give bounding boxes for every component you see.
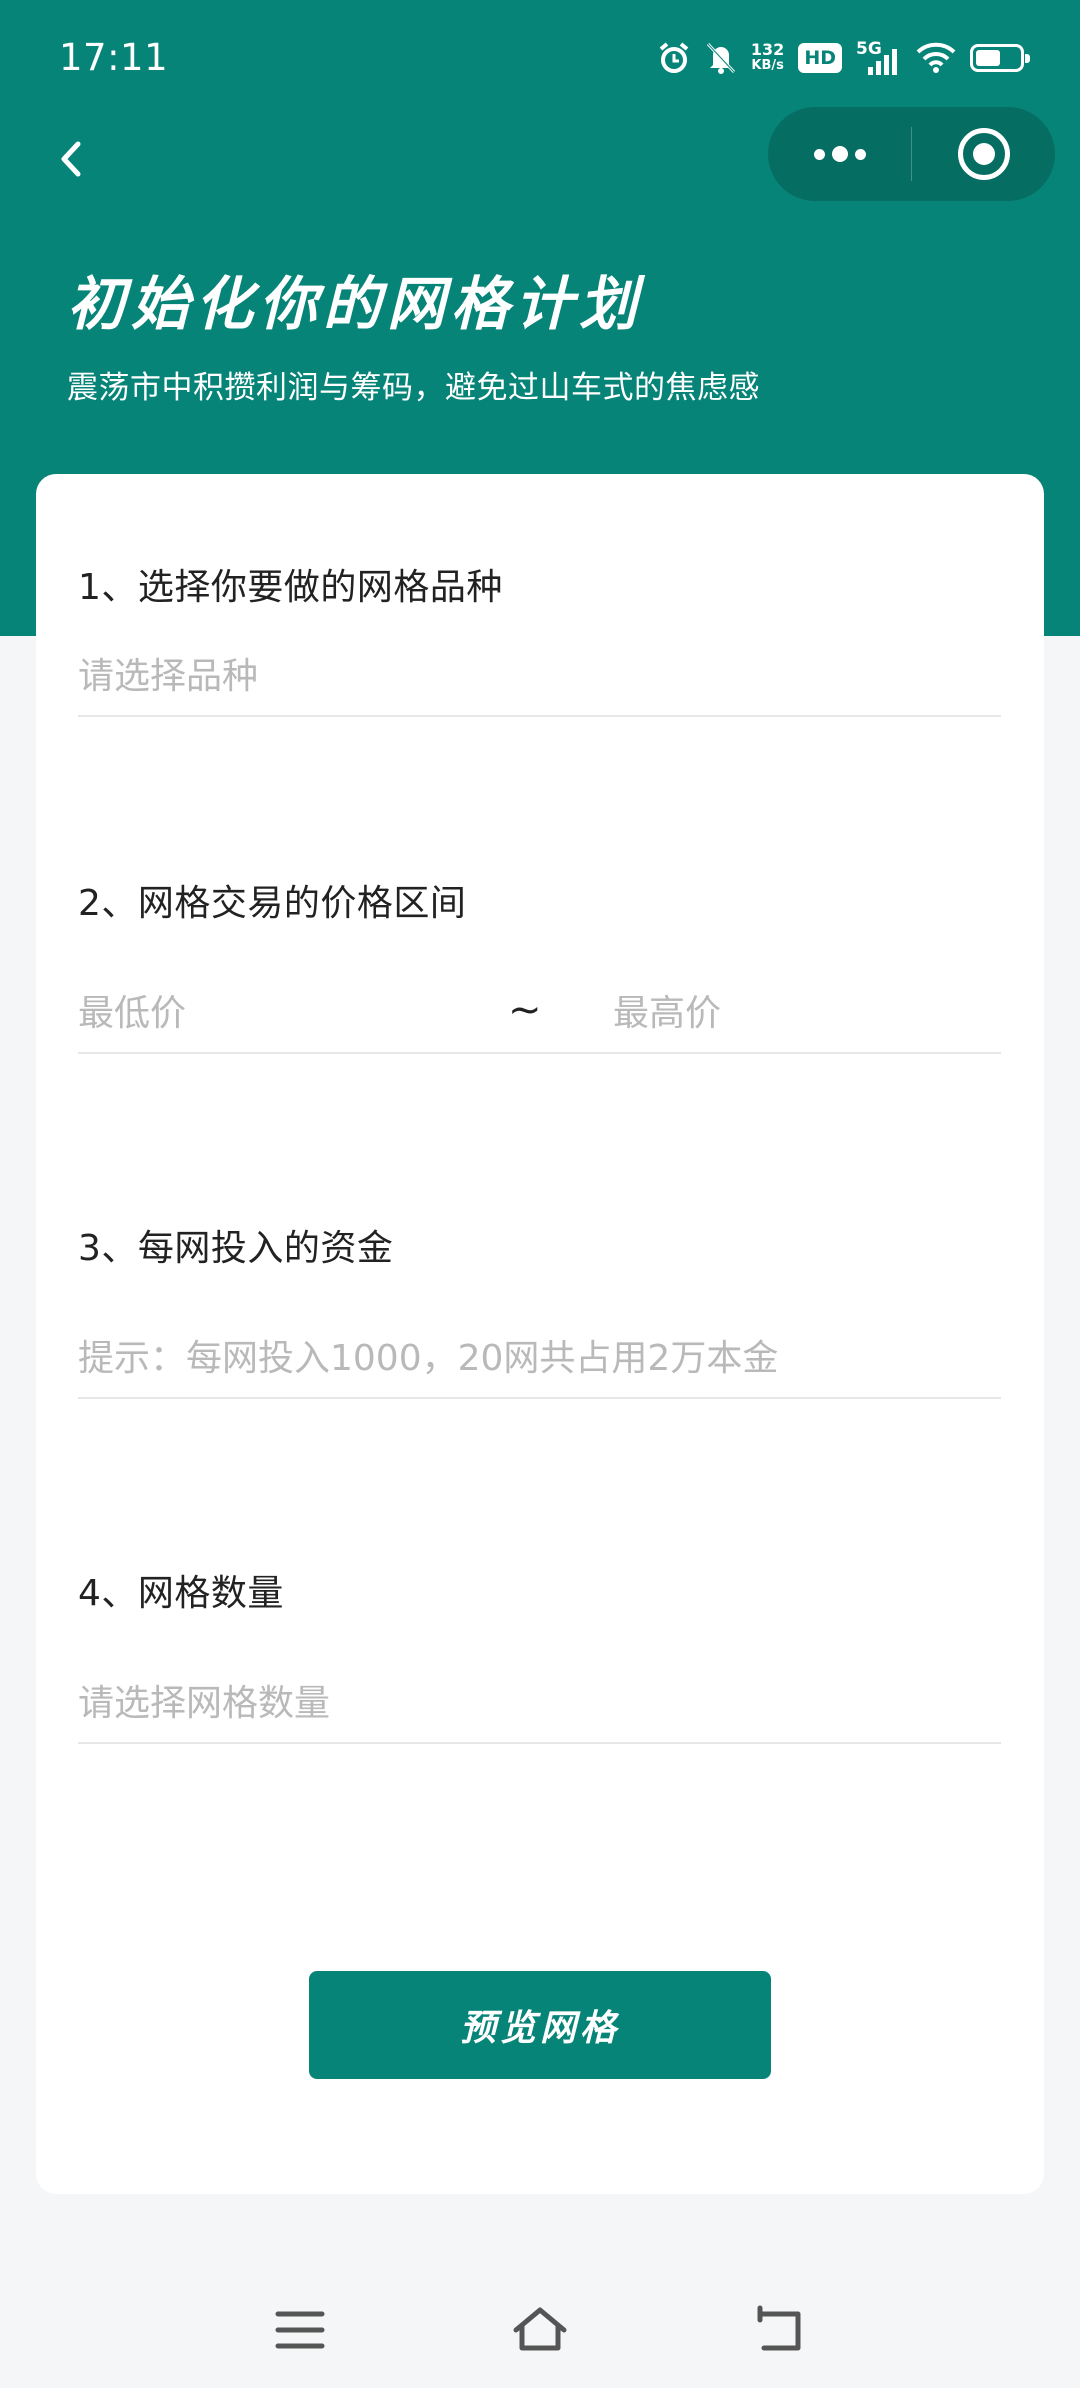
home-button[interactable] [510,2300,570,2360]
hd-badge: HD [798,43,842,73]
form-card: 1、选择你要做的网格品种 请选择品种 2、网格交易的价格区间 最低价 ~ 最高价… [36,474,1044,2194]
signal-icon: 5G [856,39,902,77]
page-subtitle: 震荡市中积攒利润与筹码，避免过山车式的焦虑感 [67,370,760,406]
status-bar: 17:11 132 KB/s HD 5G [0,0,1080,118]
status-icons: 132 KB/s HD 5G [657,38,1030,78]
capital-placeholder: 提示：每网投入1000，20网共占用2万本金 [78,1338,779,1379]
net-speed-value: 132 [750,40,785,59]
grid-count-placeholder: 请选择网格数量 [78,1683,331,1724]
chevron-left-icon [61,141,81,177]
close-miniprogram-button[interactable] [912,107,1055,201]
high-price-input[interactable]: 最高价 [613,984,1001,1036]
more-button[interactable] [768,107,911,201]
grid-count-select[interactable]: 请选择网格数量 [78,1658,1001,1744]
price-range-field: 2、网格交易的价格区间 最低价 ~ 最高价 [78,874,1001,1054]
miniprogram-capsule [768,107,1055,201]
net-speed-unit: KB/s [751,58,784,73]
more-dots-icon [813,146,866,162]
page-title: 初始化你的网格计划 [67,270,644,338]
menu-button[interactable] [270,2300,330,2360]
back-button[interactable] [52,134,92,184]
variety-field: 1、选择你要做的网格品种 请选择品种 [78,558,1001,717]
net-speed: 132 KB/s [751,42,784,74]
preview-grid-button[interactable]: 预览网格 [309,1971,771,2079]
system-back-button[interactable] [750,2300,810,2360]
battery-icon [970,44,1030,72]
capital-label: 3、每网投入的资金 [78,1228,394,1269]
price-range-inputs: 最低价 ~ 最高价 [78,968,1001,1054]
grid-count-field: 4、网格数量 请选择网格数量 [78,1564,1001,1744]
price-range-label: 2、网格交易的价格区间 [78,883,467,924]
alarm-icon [657,41,691,75]
variety-select[interactable]: 请选择品种 [78,631,1001,717]
range-separator: ~ [508,987,542,1033]
system-navigation-bar [0,2280,1080,2388]
mute-icon [705,41,737,75]
variety-label: 1、选择你要做的网格品种 [78,567,503,608]
capital-input[interactable]: 提示：每网投入1000，20网共占用2万本金 [78,1313,1001,1399]
grid-count-label: 4、网格数量 [78,1573,284,1614]
capital-field: 3、每网投入的资金 提示：每网投入1000，20网共占用2万本金 [78,1219,1001,1399]
target-icon [957,128,1010,180]
menu-icon [275,2311,325,2349]
back-icon [757,2305,801,2351]
home-icon [513,2307,567,2351]
low-price-input[interactable]: 最低价 [78,984,508,1036]
wifi-icon [916,42,956,74]
status-time: 17:11 [59,36,169,79]
variety-placeholder: 请选择品种 [78,656,259,697]
